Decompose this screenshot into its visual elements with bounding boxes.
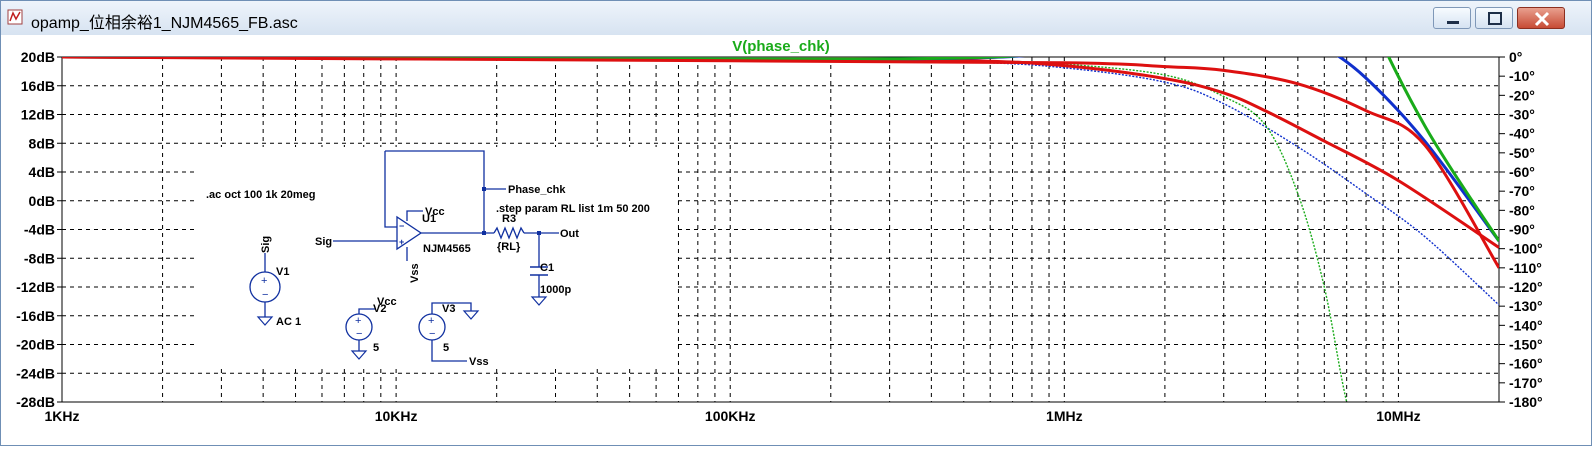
right-axis-tick-label: -50° bbox=[1509, 145, 1535, 161]
minimize-icon bbox=[1447, 21, 1459, 24]
left-axis-tick-label: -12dB bbox=[16, 279, 55, 295]
waveform-plot-pane[interactable]: V(phase_chk) 20dB 16dB 12dB 8dB 4dB 0dB -4dB -8… bbox=[1, 35, 1591, 445]
right-axis-tick-label: -160° bbox=[1509, 356, 1543, 372]
left-axis-tick-label: 8dB bbox=[29, 135, 55, 151]
title-bar[interactable]: opamp_位相余裕1_NJM4565_FB.asc bbox=[1, 1, 1591, 36]
net-junction bbox=[482, 187, 486, 191]
left-axis-tick-label: 4dB bbox=[29, 164, 55, 180]
maximize-icon bbox=[1488, 12, 1502, 25]
right-axis-tick-label: -70° bbox=[1509, 183, 1535, 199]
v2-refdes: V2 bbox=[373, 303, 386, 315]
left-axis-tick-label: 0dB bbox=[29, 193, 55, 209]
step-directive[interactable]: .step param RL list 1m 50 200 bbox=[496, 203, 650, 215]
x-axis-tick-label: 1KHz bbox=[44, 408, 79, 424]
bode-plot[interactable]: V(phase_chk) 20dB 16dB 12dB 8dB 4dB 0dB -4dB -8… bbox=[1, 35, 1591, 445]
v3-value: 5 bbox=[443, 342, 449, 354]
opamp-vcc-label: Vcc bbox=[425, 206, 445, 218]
left-axis-db-labels: 20dB 16dB 12dB 8dB 4dB 0dB -4dB -8dB -12dB -16dB -… bbox=[16, 49, 62, 410]
right-axis-degree-labels: 0° -10° -20° -30° -40° -50° -60° -70° -80° -90° -1… bbox=[1499, 49, 1543, 410]
net-junction bbox=[537, 231, 541, 235]
v1-node-label: Sig bbox=[260, 236, 272, 253]
right-axis-tick-label: -90° bbox=[1509, 222, 1535, 238]
x-axis-frequency-labels: 1KHz 10KHz 100KHz 1MHz 10MHz bbox=[44, 408, 1420, 424]
x-axis-tick-label: 100KHz bbox=[705, 408, 756, 424]
right-axis-tick-label: -150° bbox=[1509, 337, 1543, 353]
v1-value: AC 1 bbox=[276, 316, 301, 328]
svg-text:+: + bbox=[261, 275, 267, 287]
left-axis-tick-label: -16dB bbox=[16, 308, 55, 324]
net-label-out[interactable]: Out bbox=[560, 228, 579, 240]
v3-refdes: V3 bbox=[442, 303, 455, 315]
svg-text:−: − bbox=[429, 328, 435, 340]
svg-text:−: − bbox=[356, 328, 362, 340]
left-axis-tick-label: 16dB bbox=[21, 78, 55, 94]
right-axis-tick-label: -130° bbox=[1509, 298, 1543, 314]
trace-label[interactable]: V(phase_chk) bbox=[732, 38, 830, 55]
svg-text:+: + bbox=[355, 315, 361, 327]
right-axis-tick-label: -140° bbox=[1509, 317, 1543, 333]
left-axis-tick-label: -24dB bbox=[16, 365, 55, 381]
x-axis-tick-label: 1MHz bbox=[1046, 408, 1083, 424]
v3-net-label: Vss bbox=[469, 356, 489, 368]
c1-refdes: C1 bbox=[540, 262, 554, 274]
left-axis-tick-label: 12dB bbox=[21, 107, 55, 123]
right-axis-tick-label: -10° bbox=[1509, 68, 1535, 84]
net-junction bbox=[482, 231, 486, 235]
ac-directive[interactable]: .ac oct 100 1k 20meg bbox=[206, 189, 315, 201]
right-axis-tick-label: -30° bbox=[1509, 107, 1535, 123]
v1-refdes: V1 bbox=[276, 266, 289, 278]
close-icon bbox=[1534, 11, 1550, 27]
minimize-button[interactable] bbox=[1433, 7, 1471, 29]
right-axis-tick-label: 0° bbox=[1509, 49, 1522, 65]
right-axis-tick-label: -180° bbox=[1509, 394, 1543, 410]
right-axis-tick-label: -100° bbox=[1509, 241, 1543, 257]
window-title: opamp_位相余裕1_NJM4565_FB.asc bbox=[31, 15, 298, 32]
left-axis-tick-label: -4dB bbox=[24, 222, 55, 238]
right-axis-tick-label: -80° bbox=[1509, 202, 1535, 218]
u1-part-name: NJM4565 bbox=[423, 243, 471, 255]
right-axis-tick-label: -170° bbox=[1509, 375, 1543, 391]
svg-text:−: − bbox=[399, 221, 404, 231]
svg-text:−: − bbox=[262, 289, 268, 301]
x-axis-tick-label: 10MHz bbox=[1376, 408, 1420, 424]
r3-value: {RL} bbox=[497, 241, 521, 253]
net-label-phase-chk[interactable]: Phase_chk bbox=[508, 184, 566, 196]
r3-refdes: R3 bbox=[502, 213, 516, 225]
right-axis-tick-label: -120° bbox=[1509, 279, 1543, 295]
v2-value: 5 bbox=[373, 342, 379, 354]
opamp-vss-label: Vss bbox=[409, 263, 421, 283]
left-axis-tick-label: 20dB bbox=[21, 49, 55, 65]
svg-text:+: + bbox=[428, 315, 434, 327]
maximize-button[interactable] bbox=[1475, 7, 1513, 29]
app-window: opamp_位相余裕1_NJM4565_FB.asc V(phase_chk) … bbox=[0, 0, 1592, 446]
left-axis-tick-label: -20dB bbox=[16, 337, 55, 353]
right-axis-tick-label: -60° bbox=[1509, 164, 1535, 180]
right-axis-tick-label: -40° bbox=[1509, 126, 1535, 142]
c1-value: 1000p bbox=[540, 284, 571, 296]
close-button[interactable] bbox=[1517, 7, 1565, 29]
net-label-sig[interactable]: Sig bbox=[315, 236, 332, 248]
schematic-overlay[interactable]: .ac oct 100 1k 20meg .step param RL list… bbox=[196, 147, 674, 369]
right-axis-tick-label: -110° bbox=[1509, 260, 1542, 276]
right-axis-tick-label: -20° bbox=[1509, 87, 1535, 103]
x-axis-tick-label: 10KHz bbox=[375, 408, 418, 424]
left-axis-tick-label: -8dB bbox=[24, 250, 55, 266]
svg-text:+: + bbox=[399, 237, 404, 247]
ltspice-schematic-icon bbox=[7, 9, 23, 25]
